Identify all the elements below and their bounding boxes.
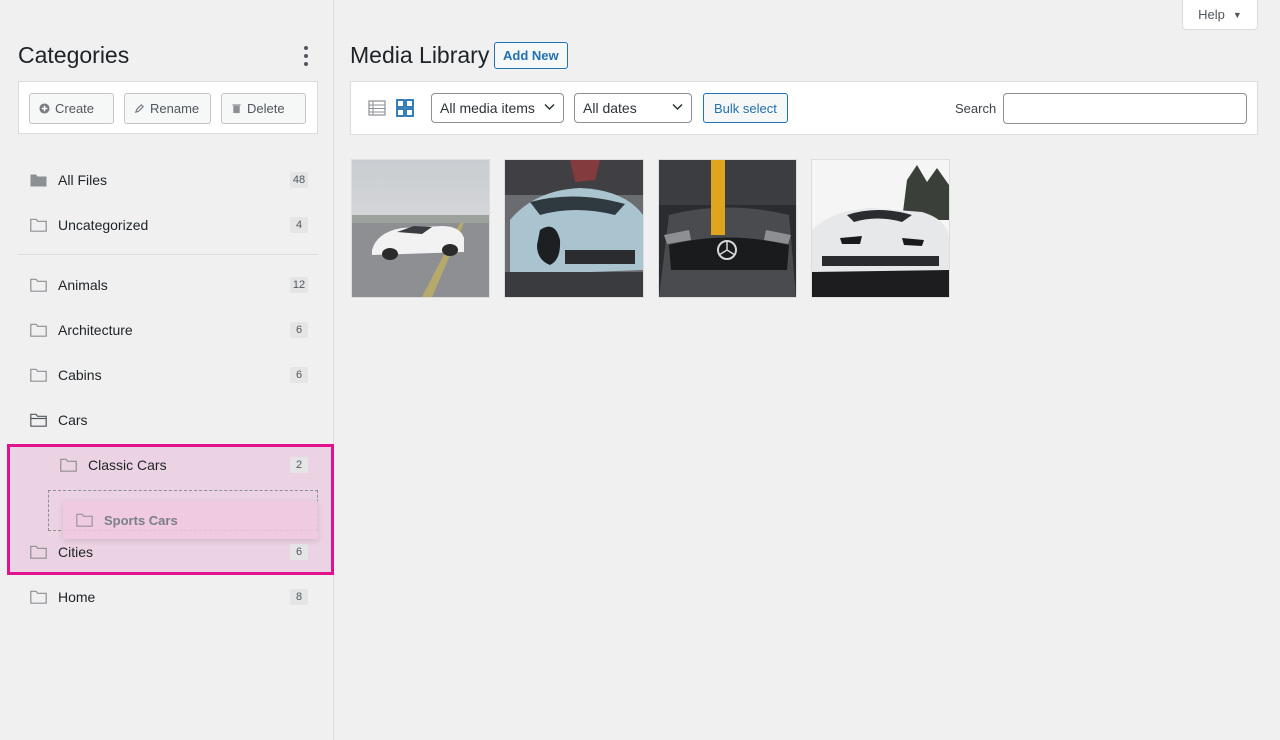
white-lamborghini-road-image — [352, 160, 489, 297]
category-label: Cars — [58, 412, 88, 428]
folder-filled-icon — [30, 174, 47, 187]
chevron-down-icon — [544, 103, 555, 111]
media-thumbnail[interactable] — [505, 160, 643, 297]
categories-sidebar: Categories Create Rename Delete All File… — [0, 0, 334, 740]
category-label: Home — [58, 589, 96, 605]
folder-icon — [30, 323, 47, 337]
create-label: Create — [55, 101, 95, 116]
folder-icon — [30, 278, 47, 292]
rename-button[interactable]: Rename — [124, 93, 211, 124]
trash-icon — [232, 104, 241, 114]
media-type-select[interactable]: All media items — [431, 93, 564, 123]
category-animals[interactable]: Animals 12 — [18, 263, 318, 308]
category-cabins[interactable]: Cabins 6 — [18, 353, 318, 398]
category-label: Cities — [58, 544, 94, 560]
folder-icon — [60, 458, 77, 472]
category-all-files[interactable]: All Files 48 — [18, 158, 318, 203]
category-count: 4 — [290, 217, 308, 233]
category-uncategorized[interactable]: Uncategorized 4 — [18, 203, 318, 248]
folder-icon — [30, 590, 47, 604]
category-label: All Files — [58, 172, 108, 188]
search-label: Search — [955, 101, 997, 116]
category-label: Classic Cars — [88, 457, 167, 473]
media-thumbnail[interactable] — [352, 160, 489, 297]
category-label: Cabins — [58, 367, 102, 383]
rename-label: Rename — [150, 101, 200, 116]
grid-view-icon[interactable] — [396, 99, 414, 117]
media-thumbnail[interactable] — [812, 160, 949, 297]
category-count: 48 — [290, 172, 308, 188]
sidebar-title: Categories — [18, 42, 130, 68]
sidebar-divider — [18, 254, 318, 255]
folder-icon — [76, 513, 93, 527]
category-label: Architecture — [58, 322, 133, 338]
category-label: Uncategorized — [58, 217, 149, 233]
dates-select[interactable]: All dates — [574, 93, 692, 123]
chevron-down-icon — [672, 103, 683, 111]
delete-button[interactable]: Delete — [221, 93, 306, 124]
category-cars[interactable]: Cars — [18, 398, 318, 443]
category-count: 2 — [290, 457, 308, 473]
media-filter-bar: All media items All dates Bulk select Se… — [350, 81, 1258, 135]
category-count: 8 — [290, 589, 308, 605]
folder-icon — [30, 218, 47, 232]
page-title: Media Library — [350, 42, 490, 68]
dragging-label: Sports Cars — [104, 513, 178, 528]
dragging-category-sports-cars[interactable]: Sports Cars — [63, 501, 318, 539]
search-input[interactable] — [1003, 93, 1247, 124]
help-tab-button[interactable]: Help ▼ — [1182, 0, 1258, 30]
more-options-icon[interactable] — [300, 46, 312, 66]
create-button[interactable]: Create — [29, 93, 114, 124]
folder-open-icon — [30, 413, 47, 427]
category-home[interactable]: Home 8 — [18, 575, 318, 620]
mercedes-amg-yellow-stripe-image — [659, 160, 796, 297]
white-lamborghini-huracan-image — [812, 160, 949, 297]
category-architecture[interactable]: Architecture 6 — [18, 308, 318, 353]
plus-circle-icon — [39, 103, 50, 114]
bugatti-chiron-front-image — [505, 160, 643, 297]
pencil-icon — [134, 103, 145, 114]
media-thumbnail[interactable] — [659, 160, 796, 297]
category-classic-cars[interactable]: Classic Cars 2 — [48, 443, 318, 488]
media-type-value: All media items — [440, 100, 535, 116]
folder-icon — [30, 368, 47, 382]
add-new-button[interactable]: Add New — [494, 42, 568, 69]
category-count: 12 — [290, 277, 308, 293]
category-count: 6 — [290, 322, 308, 338]
delete-label: Delete — [247, 101, 285, 116]
list-view-icon[interactable] — [368, 99, 386, 117]
help-label: Help — [1198, 7, 1225, 22]
bulk-select-button[interactable]: Bulk select — [703, 93, 788, 123]
category-toolbar: Create Rename Delete — [18, 81, 318, 134]
dates-value: All dates — [583, 100, 637, 116]
category-label: Animals — [58, 277, 108, 293]
caret-down-icon: ▼ — [1232, 9, 1242, 20]
category-count: 6 — [290, 367, 308, 383]
folder-icon — [30, 545, 47, 559]
category-count: 6 — [290, 544, 308, 560]
